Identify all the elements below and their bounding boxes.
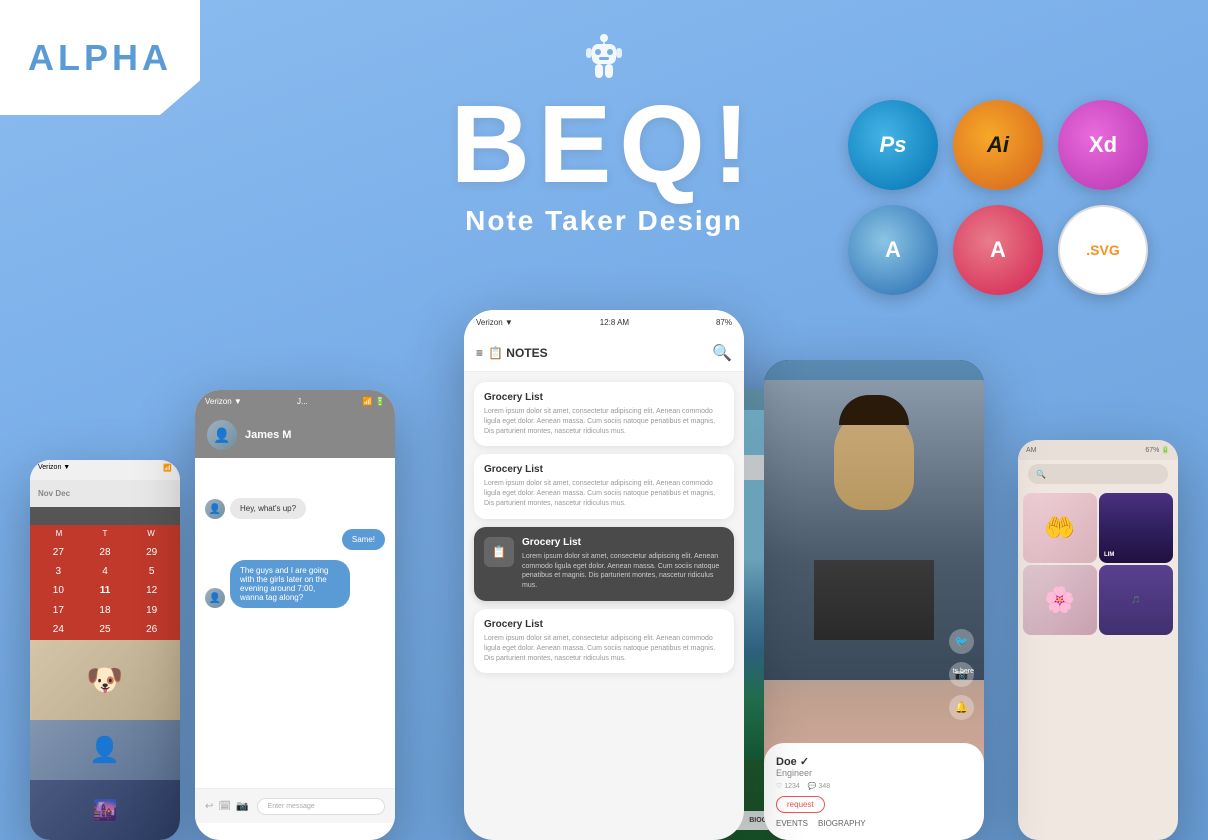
bubble-text-sent-1: Same! <box>342 529 385 550</box>
alpha-badge: ALPHA <box>0 0 200 115</box>
cal-person-image: 👤 <box>30 720 180 780</box>
notes-status-left: Verizon ▼ <box>476 318 513 327</box>
svg-icon[interactable]: .SVG <box>1058 205 1148 295</box>
note-title-3: Grocery List <box>522 537 724 548</box>
illustrator-icon[interactable]: Ai <box>953 100 1043 190</box>
cal-days-header: M T W <box>30 525 180 542</box>
alpha-label: ALPHA <box>28 37 172 79</box>
phones-container: Verizon ▼ 📶 Nov Dec M T W 272829 345 101… <box>0 320 1208 840</box>
gallery-item-2[interactable]: LIM <box>1099 493 1173 563</box>
sender-avatar-2: 👤 <box>205 588 225 608</box>
notes-body: Grocery List Lorem ipsum dolor sit amet,… <box>464 372 744 683</box>
chat-input-field[interactable]: Enter message <box>257 798 385 815</box>
notes-status-battery: 87% <box>716 318 732 327</box>
phone-chat: Verizon ▼ J... 📶 🔋 👤 James M 👤 Hey, what… <box>195 390 395 840</box>
follow-request-button[interactable]: request <box>776 796 825 813</box>
gallery-search-bar[interactable]: 🔍 <box>1028 464 1168 484</box>
note-body-4: Lorem ipsum dolor sit amet, consectetur … <box>484 634 724 663</box>
chat-input-area[interactable]: ↩ 🗓 📷 Enter message <box>195 788 395 823</box>
bubble-text-1: Hey, what's up? <box>230 498 306 519</box>
note-title-1: Grocery List <box>484 392 724 403</box>
notes-search-icon[interactable]: 🔍 <box>712 343 732 363</box>
gallery-status: AM 67% 🔋 <box>1018 440 1178 460</box>
affinity-photo-icon[interactable]: A <box>953 205 1043 295</box>
chat-contact-name: James M <box>245 429 291 441</box>
note-title-2: Grocery List <box>484 464 724 475</box>
gallery-search: 🔍 <box>1018 460 1178 488</box>
affinity-designer-icon[interactable]: A <box>848 205 938 295</box>
social-profile-title: Engineer <box>776 768 972 778</box>
notes-header: ≡ 📋 NOTES 🔍 <box>464 335 744 372</box>
software-icons-grid: Ps Ai Xd A A .SVG <box>848 100 1148 295</box>
phone-gallery: AM 67% 🔋 🔍 🤲 LIM 🌸 <box>1018 440 1178 840</box>
phone-notes: Verizon ▼ 12:8 AM 87% ≡ 📋 NOTES 🔍 Grocer… <box>464 310 744 840</box>
phone-social: 🐦 📷 🔔 ts here Doe ✓ Engineer ♡ 1234 💬 34… <box>764 360 984 840</box>
photoshop-icon[interactable]: Ps <box>848 100 938 190</box>
chat-header: 👤 James M <box>195 412 395 458</box>
sender-avatar-1: 👤 <box>205 499 225 519</box>
social-profile-name: Doe ✓ <box>776 755 972 768</box>
note-title-4: Grocery List <box>484 619 724 630</box>
chat-contact-avatar: 👤 <box>207 420 237 450</box>
biography-tab[interactable]: BIOGRAPHY <box>818 819 866 828</box>
chat-message-received-1: 👤 Hey, what's up? <box>205 498 306 519</box>
note-icon-3: 📋 <box>484 537 514 567</box>
chat-status-bar: Verizon ▼ J... 📶 🔋 <box>195 390 395 412</box>
social-profile-tabs: EVENTS BIOGRAPHY <box>776 819 972 828</box>
social-bottom-card: Doe ✓ Engineer ♡ 1234 💬 348 request EVEN… <box>764 743 984 840</box>
gallery-grid: 🤲 LIM 🌸 🎵 <box>1018 488 1178 640</box>
twitter-icon[interactable]: 🐦 <box>949 629 974 654</box>
chat-message-received-2: 👤 The guys and I are going with the girl… <box>205 560 350 608</box>
note-body-1: Lorem ipsum dolor sit amet, consectetur … <box>484 407 724 436</box>
note-card-2[interactable]: Grocery List Lorem ipsum dolor sit amet,… <box>474 454 734 518</box>
cal-grid: 272829 345 101112 171819 242526 <box>30 542 180 640</box>
notes-header-title: 📋 NOTES <box>488 346 548 360</box>
like-count: ♡ 1234 <box>776 782 800 790</box>
cal-header: Nov Dec <box>30 480 180 507</box>
note-body-2: Lorem ipsum dolor sit amet, consectetur … <box>484 479 724 508</box>
chat-attachment-icons: ↩ 🗓 📷 <box>205 801 249 812</box>
comment-count: 💬 348 <box>808 782 830 790</box>
chat-message-sent-1: Same! <box>342 529 385 550</box>
note-body-3: Lorem ipsum dolor sit amet, consectetur … <box>522 552 724 591</box>
notes-title: ≡ 📋 NOTES <box>476 346 548 360</box>
bubble-text-2: The guys and I are going with the girls … <box>230 560 350 608</box>
cal-status-bar: Verizon ▼ 📶 <box>30 460 180 480</box>
chat-body: 👤 Hey, what's up? Same! 👤 The guys and I… <box>195 458 395 788</box>
gallery-item-1[interactable]: 🤲 <box>1023 493 1097 563</box>
gallery-item-4[interactable]: 🎵 <box>1099 565 1173 635</box>
phone-calendar: Verizon ▼ 📶 Nov Dec M T W 272829 345 101… <box>30 460 180 840</box>
brand-title: BEQ! <box>304 90 904 200</box>
xd-icon[interactable]: Xd <box>1058 100 1148 190</box>
note-card-1[interactable]: Grocery List Lorem ipsum dolor sit amet,… <box>474 382 734 446</box>
gallery-item-3[interactable]: 🌸 <box>1023 565 1097 635</box>
robot-icon <box>304 30 904 90</box>
brand-subtitle: Note Taker Design <box>304 205 904 237</box>
header-section: BEQ! Note Taker Design <box>304 30 904 237</box>
events-tab[interactable]: EVENTS <box>776 819 808 828</box>
notification-icon[interactable]: 🔔 <box>949 695 974 720</box>
notes-status-bar: Verizon ▼ 12:8 AM 87% <box>464 310 744 335</box>
notes-status-time: 12:8 AM <box>600 318 629 327</box>
note-card-3-dark[interactable]: 📋 Grocery List Lorem ipsum dolor sit ame… <box>474 527 734 601</box>
cal-city-image: 🌆 <box>30 780 180 840</box>
social-likes: ♡ 1234 💬 348 <box>776 782 972 790</box>
cal-dog-image: 🐶 <box>30 640 180 720</box>
main-container: ALPHA BEQ! Note Taker Design Ps <box>0 0 1208 840</box>
note-card-4[interactable]: Grocery List Lorem ipsum dolor sit amet,… <box>474 609 734 673</box>
